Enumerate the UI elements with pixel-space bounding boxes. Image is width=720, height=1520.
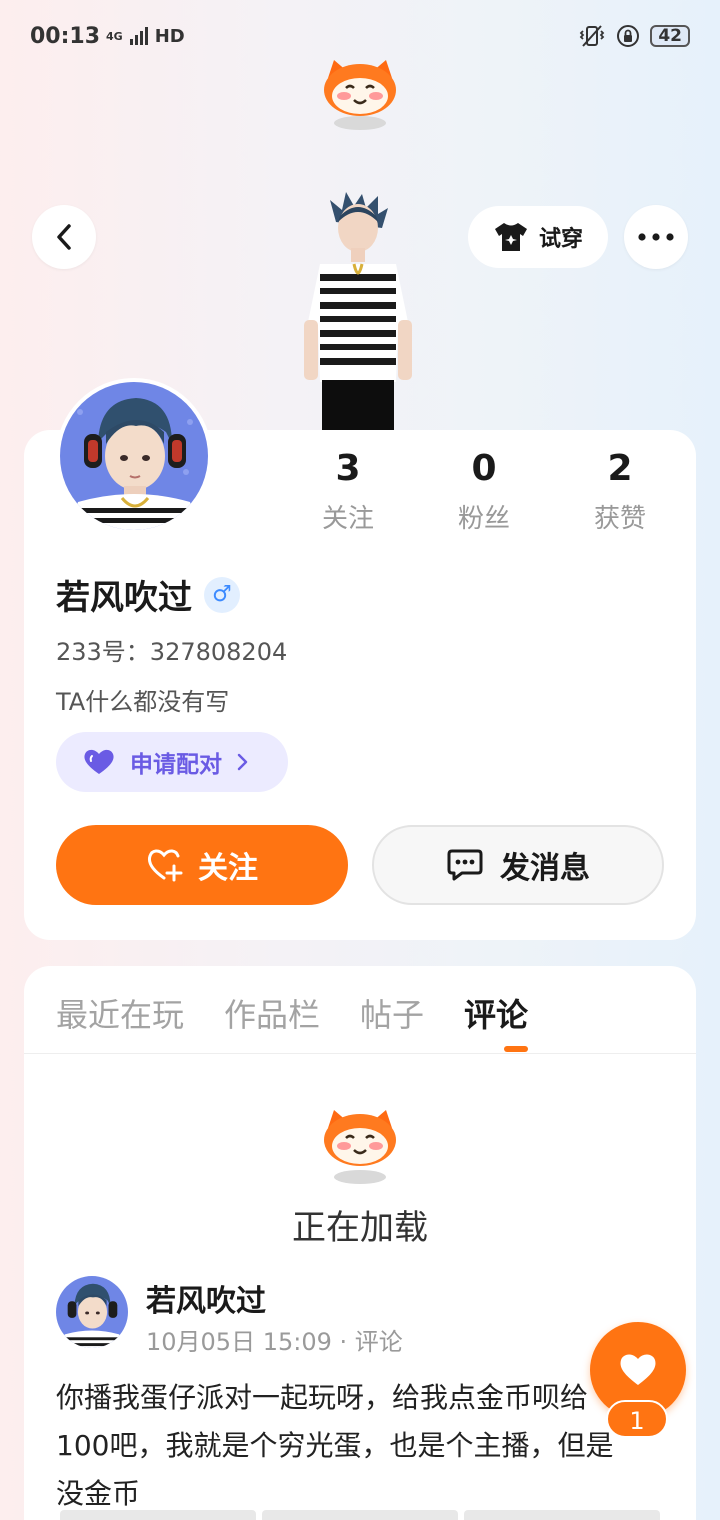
stat-likes[interactable]: 2 获赞: [552, 448, 688, 535]
comment-author-name[interactable]: 若风吹过: [146, 1276, 266, 1320]
request-pair-button[interactable]: 申请配对: [56, 732, 288, 792]
heart-plus-icon: [147, 849, 183, 882]
more-dots-icon: [638, 233, 674, 241]
status-time: 00:13: [30, 23, 101, 49]
comment-meta: 10月05日 15:09 · 评论: [146, 1328, 403, 1356]
follow-label: 关注: [198, 851, 258, 886]
username: 若风吹过: [56, 578, 192, 618]
follow-button[interactable]: 关注: [56, 825, 348, 905]
tab-posts[interactable]: 帖子: [360, 990, 424, 1036]
try-on-button[interactable]: 试穿: [468, 206, 608, 268]
profile-avatar[interactable]: [56, 378, 212, 534]
comment-avatar-image: [56, 1276, 128, 1348]
stat-label: 关注: [321, 504, 374, 534]
loading-mascot-shadow: [334, 1170, 386, 1184]
stat-label: 粉丝: [457, 504, 510, 534]
status-left: 00:13 4G HD: [30, 24, 185, 49]
avatar-3d-figure[interactable]: [296, 192, 422, 432]
profile-stats: 3 关注 0 粉丝 2 获赞: [280, 448, 690, 535]
status-right: 42: [578, 24, 690, 48]
more-button[interactable]: [624, 205, 688, 269]
back-button[interactable]: [32, 205, 96, 269]
stat-label: 获赞: [593, 504, 646, 534]
send-message-label: 发消息: [500, 851, 590, 886]
mascot-icon: [324, 60, 396, 116]
active-tab-indicator: [504, 1046, 528, 1052]
stat-value: 0: [471, 448, 497, 489]
stat-following[interactable]: 3 关注: [280, 448, 416, 535]
male-gender-icon: ♂: [204, 576, 240, 613]
stat-value: 2: [607, 448, 633, 489]
tab-recent-played[interactable]: 最近在玩: [56, 990, 184, 1036]
stat-value: 3: [335, 448, 361, 489]
signal-icon: [129, 27, 148, 45]
chat-bubble-icon: [447, 849, 483, 881]
battery-indicator: 42: [650, 25, 690, 47]
avatar-image: [60, 382, 208, 530]
user-bio: TA什么都没有写: [56, 688, 230, 716]
tabs-divider: [24, 1053, 696, 1054]
loading-mascot-icon: [324, 1110, 396, 1166]
send-message-button[interactable]: 发消息: [372, 825, 664, 905]
tab-works[interactable]: 作品栏: [224, 990, 320, 1036]
request-pair-label: 申请配对: [130, 752, 222, 778]
heart-icon: [84, 749, 114, 774]
chevron-left-icon: [57, 224, 71, 250]
rotation-lock-icon: [617, 25, 640, 47]
stat-followers[interactable]: 0 粉丝: [416, 448, 552, 535]
vibrate-icon: [580, 25, 605, 47]
network-label: 4G: [106, 29, 123, 43]
profile-tabs: 最近在玩 作品栏 帖子 评论: [56, 990, 528, 1036]
chevron-right-icon: [237, 753, 248, 771]
tshirt-icon: [494, 223, 527, 251]
loading-text: 正在加载: [292, 1208, 428, 1248]
heart-filled-icon: [620, 1354, 656, 1385]
comment-text[interactable]: 你播我蛋仔派对一起玩呀，给我点金币呗给100吧，我就是个穷光蛋，也是个主播，但是…: [56, 1374, 636, 1518]
like-count-badge: 1: [606, 1400, 668, 1438]
image-strip-peek: [60, 1510, 660, 1520]
try-on-label: 试穿: [538, 227, 583, 252]
hd-label: HD: [154, 25, 185, 47]
image-thumb[interactable]: [60, 1510, 256, 1520]
tab-comments[interactable]: 评论: [464, 990, 528, 1036]
image-thumb[interactable]: [464, 1510, 660, 1520]
mascot-shadow: [334, 116, 386, 130]
username-row: 若风吹过 ♂: [56, 570, 240, 619]
image-thumb[interactable]: [262, 1510, 458, 1520]
comment-author-avatar[interactable]: [56, 1276, 128, 1348]
user-id[interactable]: 233号：327808204: [56, 632, 287, 667]
